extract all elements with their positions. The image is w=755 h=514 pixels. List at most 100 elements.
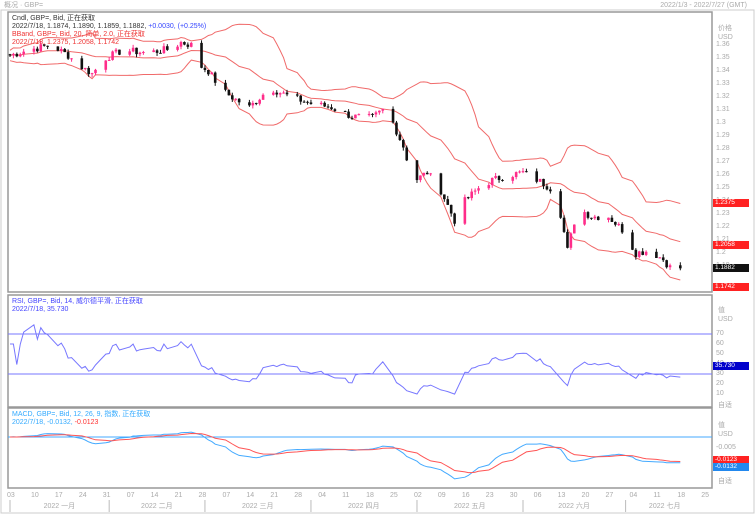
candle-body	[679, 265, 682, 269]
month-label: 2022 二月	[141, 503, 173, 510]
rsi-tick: 30	[716, 370, 724, 377]
x-tick: 17	[54, 492, 63, 499]
candle-body	[18, 54, 22, 57]
candle-body	[542, 178, 545, 187]
candle-body	[535, 171, 538, 182]
candle-body	[439, 173, 443, 195]
candle-body	[490, 177, 494, 186]
price-tick: 1.26	[716, 171, 730, 178]
candle-body	[60, 49, 63, 51]
candle-body	[521, 171, 525, 173]
candle-body	[477, 188, 480, 191]
candle-body	[634, 249, 638, 257]
candle-body	[538, 178, 542, 182]
candle-body	[573, 224, 576, 234]
candle-body	[590, 217, 593, 219]
candle-body	[251, 102, 255, 106]
candle-body	[343, 110, 347, 112]
candle-body	[114, 49, 118, 52]
rsi-footer[interactable]: 自适	[718, 402, 732, 410]
candle-body	[473, 190, 477, 192]
candle-body	[668, 265, 672, 268]
candle-body	[391, 108, 395, 123]
price-tick: 1.33	[716, 80, 730, 87]
candle-body	[347, 111, 350, 118]
candle-body	[104, 60, 108, 70]
candle-body	[261, 94, 265, 100]
candle-body	[665, 260, 668, 268]
candle-body	[374, 112, 378, 115]
candle-body	[309, 102, 313, 104]
x-tick: 11	[342, 492, 350, 499]
candle-body	[637, 251, 641, 257]
macd-values: 2022/7/18, -0.0132,	[12, 419, 73, 426]
candle-body	[234, 98, 238, 100]
candle-legend: Cndl, GBP=, Bid, 正在获取	[12, 15, 96, 22]
rsi-legend-values: 2022/7/18, 35.730	[12, 306, 69, 313]
candle-body	[487, 185, 491, 189]
candle-body	[497, 176, 501, 180]
candle-body	[306, 101, 309, 103]
candle-body	[258, 99, 261, 104]
candle-body	[395, 122, 398, 135]
x-tick: 10	[30, 492, 39, 499]
rsi-legend: RSI, GBP=, Bid, 14, 威尔德平滑, 正在获取	[12, 298, 143, 305]
x-tick: 03	[7, 492, 15, 499]
candle-body	[22, 51, 25, 55]
price-tick: 1.23	[716, 210, 730, 217]
candle-body	[323, 102, 326, 107]
price-tick: 1.31	[716, 106, 730, 113]
x-tick: 04	[318, 492, 327, 499]
month-label: 2022 七月	[648, 503, 681, 510]
price-tick: 1.29	[716, 132, 730, 139]
candle-body	[422, 172, 426, 176]
candle-body	[237, 98, 241, 103]
candle-body	[36, 48, 39, 52]
rsi-tick: 10	[716, 390, 724, 397]
candle-body	[415, 160, 419, 181]
window-frame	[0, 9, 755, 514]
price-tick: 1.35	[716, 54, 730, 61]
x-tick: 24	[78, 492, 87, 499]
candle-body	[254, 102, 258, 104]
candle-body	[425, 172, 429, 175]
candle-body	[207, 70, 210, 75]
rsi-axis-title: 值	[718, 307, 725, 314]
candle-body	[231, 95, 234, 100]
x-tick: 20	[581, 492, 590, 499]
x-tick: 18	[366, 492, 374, 499]
candle-body	[162, 46, 166, 54]
candle-values: 2022/7/18, 1.1874, 1.1890, 1.1859, 1.188…	[12, 23, 147, 30]
x-tick: 06	[533, 492, 542, 499]
candle-body	[138, 52, 142, 55]
rsi-tick: 50	[716, 350, 724, 357]
candle-body	[453, 213, 456, 224]
candle-body	[8, 54, 12, 56]
chart-canvas[interactable]	[0, 0, 755, 514]
x-tick: 11	[653, 492, 661, 499]
price-tick: 1.2	[716, 249, 726, 256]
candle-body	[501, 179, 504, 181]
candle-body	[83, 67, 87, 70]
candle-body	[617, 224, 621, 226]
x-tick: 16	[461, 492, 470, 499]
candle-body	[275, 92, 279, 95]
x-tick: 25	[701, 492, 710, 499]
candle-body	[494, 176, 497, 178]
candle-body	[70, 58, 73, 60]
price-tick: 1.27	[716, 158, 730, 165]
candle-body	[333, 109, 337, 111]
candle-body	[295, 94, 299, 96]
macd-footer[interactable]: 自适	[718, 478, 732, 486]
candle-body	[15, 53, 19, 57]
candle-body	[210, 72, 214, 75]
candle-body	[402, 139, 405, 148]
candle-body	[405, 147, 409, 161]
candle-body	[302, 101, 306, 103]
candle-body	[566, 231, 569, 248]
candle-body	[586, 212, 590, 218]
candle-legend-values: 2022/7/18, 1.1874, 1.1890, 1.1859, 1.188…	[12, 23, 206, 31]
candle-body	[449, 204, 453, 214]
candle-body	[90, 73, 94, 75]
candle-body	[443, 194, 446, 200]
